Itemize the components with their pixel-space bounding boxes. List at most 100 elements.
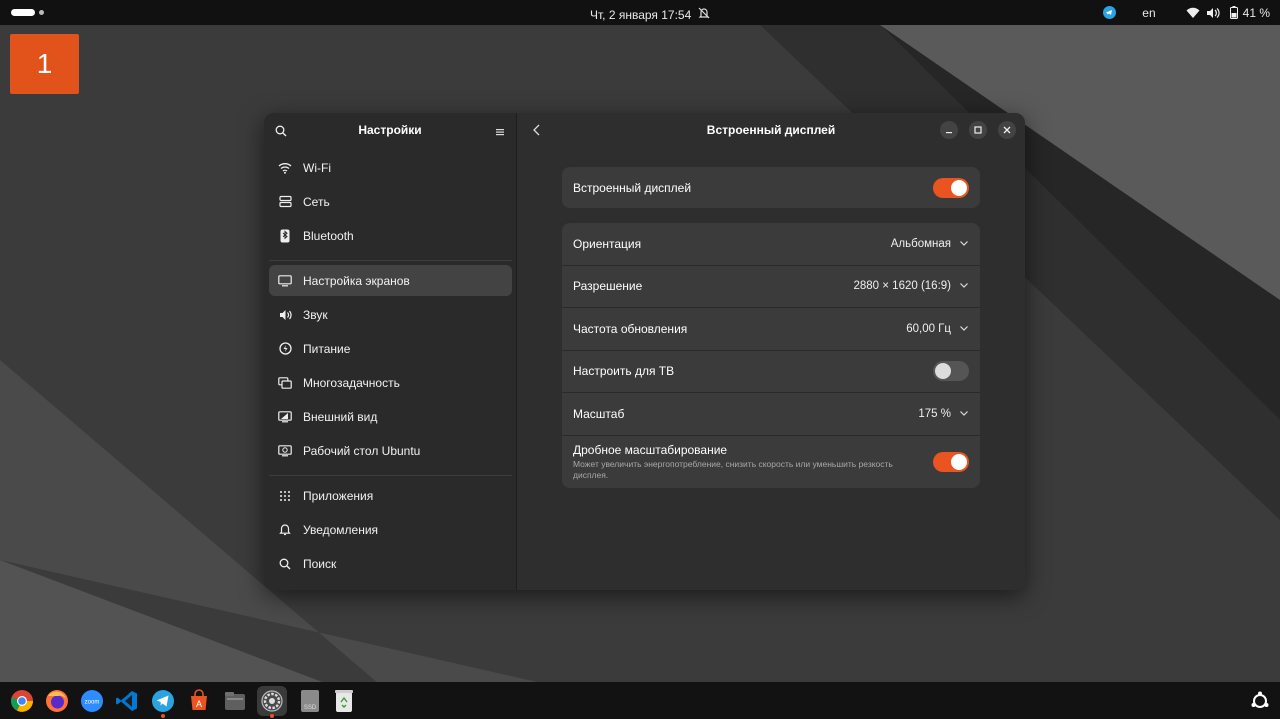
sidebar-item-label: Уведомления [303,522,379,537]
battery-icon [1229,6,1238,19]
sidebar-item-power[interactable]: Питание [269,333,512,364]
running-indicator [161,714,165,718]
sidebar-title: Настройки [358,123,422,137]
resolution-row[interactable]: Разрешение 2880 × 1620 (16:9) [562,266,980,308]
tv-mode-toggle[interactable] [933,361,969,382]
telegram-app-icon[interactable] [148,686,178,718]
refresh-rate-row[interactable]: Частота обновления 60,00 Гц [562,308,980,351]
sidebar-item-notifications[interactable]: Уведомления [269,514,512,545]
sidebar-item-label: Многозадачность [303,375,400,390]
hamburger-menu-icon[interactable] [495,124,505,142]
sidebar-item-displays[interactable]: Настройка экранов [269,265,512,296]
sidebar-header: Настройки [264,113,516,147]
fractional-scaling-label: Дробное масштабирование [573,442,728,457]
sidebar-divider [269,475,512,476]
chrome-app-icon[interactable] [7,686,37,716]
close-button[interactable] [998,121,1016,139]
ubuntu-desktop-icon [277,443,293,459]
clock-button[interactable]: Чт, 2 января 17:54 [590,6,711,23]
sidebar-item-label: Приложения [303,488,374,503]
files-app-icon[interactable] [220,686,250,716]
fractional-scaling-row[interactable]: Дробное масштабирование Может увеличить … [562,436,980,488]
ssd-drive-label: SSD [304,705,317,711]
scale-row[interactable]: Масштаб 175 % [562,393,980,436]
appearance-icon [277,409,293,425]
sidebar-item-apps[interactable]: Приложения [269,480,512,511]
running-indicator [270,714,274,718]
sidebar-divider [269,260,512,261]
sidebar-item-label: Внешний вид [303,409,378,424]
battery-percent: 41 % [1242,5,1270,20]
tv-mode-row[interactable]: Настроить для ТВ [562,351,980,393]
workspace-indicator[interactable] [39,10,44,15]
notifications-muted-icon [697,6,711,23]
display-settings-card: Ориентация Альбомная Разрешение 2880 × 1… [562,223,980,488]
telegram-tray-icon[interactable] [1103,6,1117,19]
resolution-label: Разрешение [573,279,643,294]
dock: zoom A SSD [0,682,1280,719]
sidebar-item-label: Рабочий стол Ubuntu [303,443,421,458]
orientation-row[interactable]: Ориентация Альбомная [562,223,980,266]
system-tray[interactable]: en 41 % [1103,4,1270,21]
resolution-value: 2880 × 1620 (16:9) [853,280,951,293]
maximize-button[interactable] [969,121,987,139]
workspace-number: 1 [36,48,53,79]
scale-label: Масштаб [573,406,625,421]
display-icon [277,273,293,289]
chevron-down-icon [959,323,969,335]
sidebar-item-wifi[interactable]: Wi-Fi [269,152,512,183]
trash-icon[interactable] [329,686,359,716]
chevron-down-icon [959,408,969,420]
sidebar-item-sound[interactable]: Звук [269,299,512,330]
chevron-down-icon [959,238,969,250]
workspace-number-badge: 1 [10,34,79,94]
network-icon [277,194,293,210]
sidebar-item-bluetooth[interactable]: Bluetooth [269,220,512,251]
sidebar-item-label: Wi-Fi [303,160,331,175]
builtin-display-label: Встроенный дисплей [573,180,692,195]
builtin-display-toggle[interactable] [933,177,969,198]
svg-text:A: A [196,699,202,709]
sidebar-item-label: Звук [303,307,328,322]
sidebar-item-multitasking[interactable]: Многозадачность [269,367,512,398]
sidebar-item-network[interactable]: Сеть [269,186,512,217]
minimize-button[interactable] [940,121,958,139]
sidebar-item-appearance[interactable]: Внешний вид [269,401,512,432]
settings-app-icon[interactable] [257,686,287,718]
multitasking-icon [277,375,293,391]
tv-mode-label: Настроить для ТВ [573,364,675,379]
refresh-rate-value: 60,00 Гц [906,322,951,335]
show-apps-ubuntu-icon[interactable] [1245,686,1275,716]
wifi-status-icon [1186,7,1200,19]
zoom-app-label: zoom [85,700,100,706]
input-language[interactable]: en [1142,6,1155,20]
settings-window: Настройки Wi-Fi Сеть Bluetooth Настройка… [264,113,1025,590]
vscode-app-icon[interactable] [112,686,142,716]
sidebar-item-label: Сеть [303,194,330,209]
sidebar-item-label: Настройка экранов [303,273,410,288]
settings-sidebar: Настройки Wi-Fi Сеть Bluetooth Настройка… [264,113,517,590]
sidebar-item-label: Питание [303,341,351,356]
fractional-scaling-description: Может увеличить энергопотребление, снизи… [573,458,893,480]
search-icon [277,556,293,572]
apps-grid-icon [277,488,293,504]
workspace-indicator-active[interactable] [11,9,35,16]
firefox-app-icon[interactable] [42,686,72,716]
power-icon [277,341,293,357]
top-bar: Чт, 2 января 17:54 en 41 % [0,0,1280,25]
sidebar-item-search[interactable]: Поиск [269,548,512,579]
scale-value: 175 % [918,407,951,420]
builtin-display-row[interactable]: Встроенный дисплей [562,167,980,208]
zoom-app-icon[interactable]: zoom [77,686,107,716]
sidebar-item-ubuntu-desktop[interactable]: Рабочий стол Ubuntu [269,435,512,466]
app-center-icon[interactable]: A [184,686,214,716]
bluetooth-icon [277,228,293,244]
fractional-scaling-toggle[interactable] [933,451,969,472]
settings-main-panel: Встроенный дисплей Встроенный дисплей Ор… [517,113,1025,590]
chevron-down-icon [959,280,969,292]
bell-icon [277,522,293,538]
refresh-rate-label: Частота обновления [573,321,688,336]
ssd-drive-icon[interactable]: SSD [295,686,325,716]
sound-icon [277,307,293,323]
orientation-value: Альбомная [890,237,951,250]
